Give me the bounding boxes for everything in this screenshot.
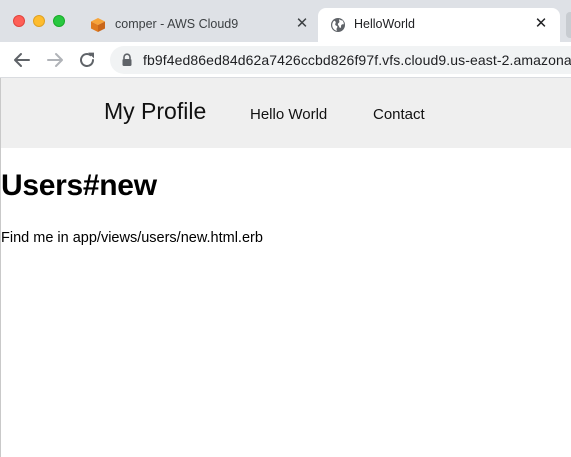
lock-icon[interactable] (121, 53, 133, 67)
tab-title: comper - AWS Cloud9 (115, 17, 239, 31)
nav-link-hello-world[interactable]: Hello World (250, 106, 327, 123)
back-arrow-icon[interactable] (10, 48, 34, 72)
tab-title: HelloWorld (354, 17, 415, 31)
page-body-text: Find me in app/views/users/new.html.erb (1, 230, 263, 246)
site-header: My Profile Hello World Contact (1, 78, 571, 148)
tab-close-icon[interactable]: ✕ (533, 16, 549, 32)
tab-strip: comper - AWS Cloud9 ✕ HelloWorld ✕ (0, 0, 571, 42)
tab-close-icon[interactable]: ✕ (294, 16, 310, 32)
address-bar[interactable]: fb9f4ed86ed84d62a7426ccbd826f97f.vfs.clo… (110, 46, 571, 74)
aws-cloud9-cube-icon (90, 17, 106, 33)
reload-icon[interactable] (75, 48, 99, 72)
new-tab-button[interactable] (566, 12, 571, 38)
forward-arrow-icon[interactable] (43, 48, 67, 72)
url-text[interactable]: fb9f4ed86ed84d62a7426ccbd826f97f.vfs.clo… (143, 52, 571, 68)
browser-window: comper - AWS Cloud9 ✕ HelloWorld ✕ fb9f4… (0, 0, 571, 457)
page-title: Users#new (1, 169, 157, 202)
close-window-button[interactable] (13, 15, 25, 27)
minimize-window-button[interactable] (33, 15, 45, 27)
tab-aws-cloud9[interactable]: comper - AWS Cloud9 ✕ (80, 8, 318, 42)
browser-toolbar: fb9f4ed86ed84d62a7426ccbd826f97f.vfs.clo… (0, 42, 571, 78)
zoom-window-button[interactable] (53, 15, 65, 27)
nav-link-contact[interactable]: Contact (373, 106, 425, 123)
tab-helloworld[interactable]: HelloWorld ✕ (318, 8, 560, 42)
site-brand-link[interactable]: My Profile (104, 98, 206, 125)
globe-icon (330, 17, 346, 33)
page-viewport: My Profile Hello World Contact Users#new… (0, 78, 571, 457)
